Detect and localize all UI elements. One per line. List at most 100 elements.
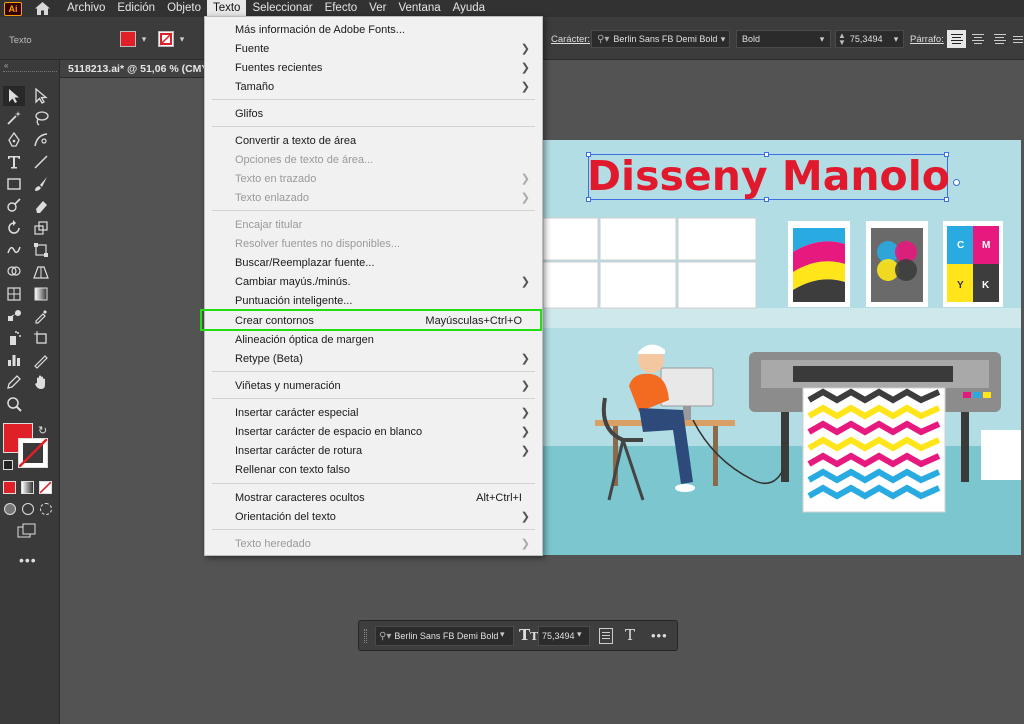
blend-tool-icon[interactable] [3,306,25,326]
ctx-font-size-field[interactable]: 75,3494 [538,626,590,646]
menu-ver[interactable]: Ver [363,0,392,17]
magic-wand-tool-icon[interactable] [3,108,25,128]
menu-item-glifos[interactable]: Glifos [205,104,542,123]
menu-ayuda[interactable]: Ayuda [447,0,491,17]
font-size-dropdown-arrow[interactable]: ▾ [890,30,902,48]
font-family-dropdown-arrow[interactable]: ▾ [717,30,729,48]
artboard-illustration [543,217,1021,555]
menu-item-cambiar-mayus-minus[interactable]: Cambiar mayús./minús. ❯ [205,272,542,291]
collapse-panel-icon[interactable]: « [4,61,8,70]
free-transform-tool-icon[interactable] [30,240,52,260]
menu-texto[interactable]: Texto [206,0,247,17]
menu-objeto[interactable]: Objeto [161,0,207,17]
menu-item-fuente[interactable]: Fuente ❯ [205,39,542,58]
align-left-button[interactable] [947,30,966,48]
draw-normal-icon[interactable] [4,503,16,515]
submenu-arrow-icon: ❯ [520,445,530,457]
home-icon[interactable] [34,2,50,16]
menu-item-insertar-espacio-blanco[interactable]: Insertar carácter de espacio en blanco ❯ [205,422,542,441]
font-style-dropdown-arrow[interactable]: ▾ [816,30,828,48]
graph-tool-icon[interactable] [3,350,25,370]
panel-grip[interactable] [3,71,57,73]
pencil-tool-icon[interactable] [3,372,25,392]
create-outlines-icon[interactable]: T [625,626,635,644]
headline-text[interactable]: Disseny Manolo [587,152,957,200]
hand-tool-icon[interactable] [30,372,52,392]
menu-item-puntuacion-inteligente[interactable]: Puntuación inteligente... [205,291,542,310]
mesh-tool-icon[interactable] [3,284,25,304]
submenu-arrow-icon: ❯ [520,62,530,74]
menu-item-convertir-texto-area[interactable]: Convertir a texto de área [205,131,542,150]
eyedropper-tool-icon[interactable] [30,306,52,326]
draw-inside-icon[interactable] [40,503,52,515]
zoom-tool-icon[interactable] [3,394,25,414]
paintbrush-tool-icon[interactable] [30,174,52,194]
gradient-tool-icon[interactable] [30,284,52,304]
draw-behind-icon[interactable] [22,503,34,515]
menu-ventana[interactable]: Ventana [392,0,446,17]
screen-mode-icon[interactable] [17,523,37,539]
fill-swatch[interactable] [120,31,136,47]
none-mode-icon[interactable] [39,481,52,494]
menu-item-retype-beta[interactable]: Retype (Beta) ❯ [205,349,542,368]
character-label[interactable]: Carácter: [551,34,590,45]
submenu-arrow-icon: ❯ [520,511,530,523]
shortcut-label: Alt+Ctrl+I [476,491,522,504]
menu-item-fuentes-recientes[interactable]: Fuentes recientes ❯ [205,58,542,77]
color-mode-icon[interactable] [3,481,16,494]
menu-seleccionar[interactable]: Seleccionar [246,0,318,17]
font-family-field[interactable]: ⚲▾ Berlin Sans FB Demi Bold [591,30,730,48]
scale-tool-icon[interactable] [30,218,52,238]
ctx-font-family-field[interactable]: ⚲▾ Berlin Sans FB Demi Bold [375,626,514,646]
type-tool-icon[interactable] [3,152,25,172]
menu-item-buscar-reemplazar-fuente[interactable]: Buscar/Reemplazar fuente... [205,253,542,272]
menu-archivo[interactable]: Archivo [61,0,111,17]
default-fill-stroke-icon[interactable] [3,460,13,470]
menu-item-alineacion-optica-margen[interactable]: Alineación óptica de margen [205,330,542,349]
fill-dropdown-arrow[interactable]: ▾ [138,30,150,48]
menu-item-insertar-caracter-rotura[interactable]: Insertar carácter de rotura ❯ [205,441,542,460]
rotate-tool-icon[interactable] [3,218,25,238]
artboard-tool-icon[interactable] [30,328,52,348]
perspective-grid-tool-icon[interactable] [30,262,52,282]
menu-item-rellenar-texto-falso[interactable]: Rellenar con texto falso [205,460,542,479]
lasso-tool-icon[interactable] [30,108,52,128]
ctx-font-family-dropdown-arrow[interactable]: ▾ [500,629,505,640]
drag-grip-icon[interactable] [364,629,367,643]
more-options-icon[interactable]: ••• [651,628,668,643]
direct-selection-tool-icon[interactable] [30,86,52,106]
menu-item-mostrar-caracteres-ocultos[interactable]: Mostrar caracteres ocultos Alt+Ctrl+I [205,488,542,507]
shaper-tool-icon[interactable] [3,196,25,216]
pen-tool-icon[interactable] [3,130,25,150]
align-right-button[interactable] [990,30,1009,48]
align-center-button[interactable] [968,30,987,48]
rectangle-tool-icon[interactable] [3,174,25,194]
shape-builder-tool-icon[interactable] [3,262,25,282]
eraser-tool-icon[interactable] [30,196,52,216]
paragraph-label[interactable]: Párrafo: [910,34,944,45]
symbol-sprayer-tool-icon[interactable] [3,328,25,348]
paragraph-panel-icon[interactable] [599,628,613,644]
stroke-dropdown-arrow[interactable]: ▾ [176,30,188,48]
curvature-tool-icon[interactable] [30,130,52,150]
align-justify-button[interactable] [1012,30,1024,48]
ctx-font-size-dropdown-arrow[interactable]: ▾ [577,629,582,640]
line-segment-tool-icon[interactable] [30,152,52,172]
menu-item-mas-info-adobe-fonts[interactable]: Más información de Adobe Fonts... [205,20,542,39]
document-tab[interactable]: 5118213.ai* @ 51,06 % (CMYK [60,60,204,78]
stroke-color-box[interactable] [18,438,48,468]
stroke-swatch[interactable] [158,31,174,47]
menu-edicion[interactable]: Edición [111,0,161,17]
menu-item-vinetas-numeracion[interactable]: Viñetas y numeración ❯ [205,376,542,395]
swap-fill-stroke-icon[interactable]: ↻ [38,424,47,437]
slice-tool-icon[interactable] [30,350,52,370]
edit-toolbar-icon[interactable]: ••• [19,552,37,568]
menu-item-tamano[interactable]: Tamaño ❯ [205,77,542,96]
size-stepper-icon[interactable]: ▲ ▼ [838,32,846,47]
selection-tool-icon[interactable] [3,86,25,106]
menu-efecto[interactable]: Efecto [319,0,364,17]
gradient-mode-icon[interactable] [21,481,34,494]
menu-item-orientacion-texto[interactable]: Orientación del texto ❯ [205,507,542,526]
menu-item-insertar-caracter-especial[interactable]: Insertar carácter especial ❯ [205,403,542,422]
warp-tool-icon[interactable] [3,240,25,260]
